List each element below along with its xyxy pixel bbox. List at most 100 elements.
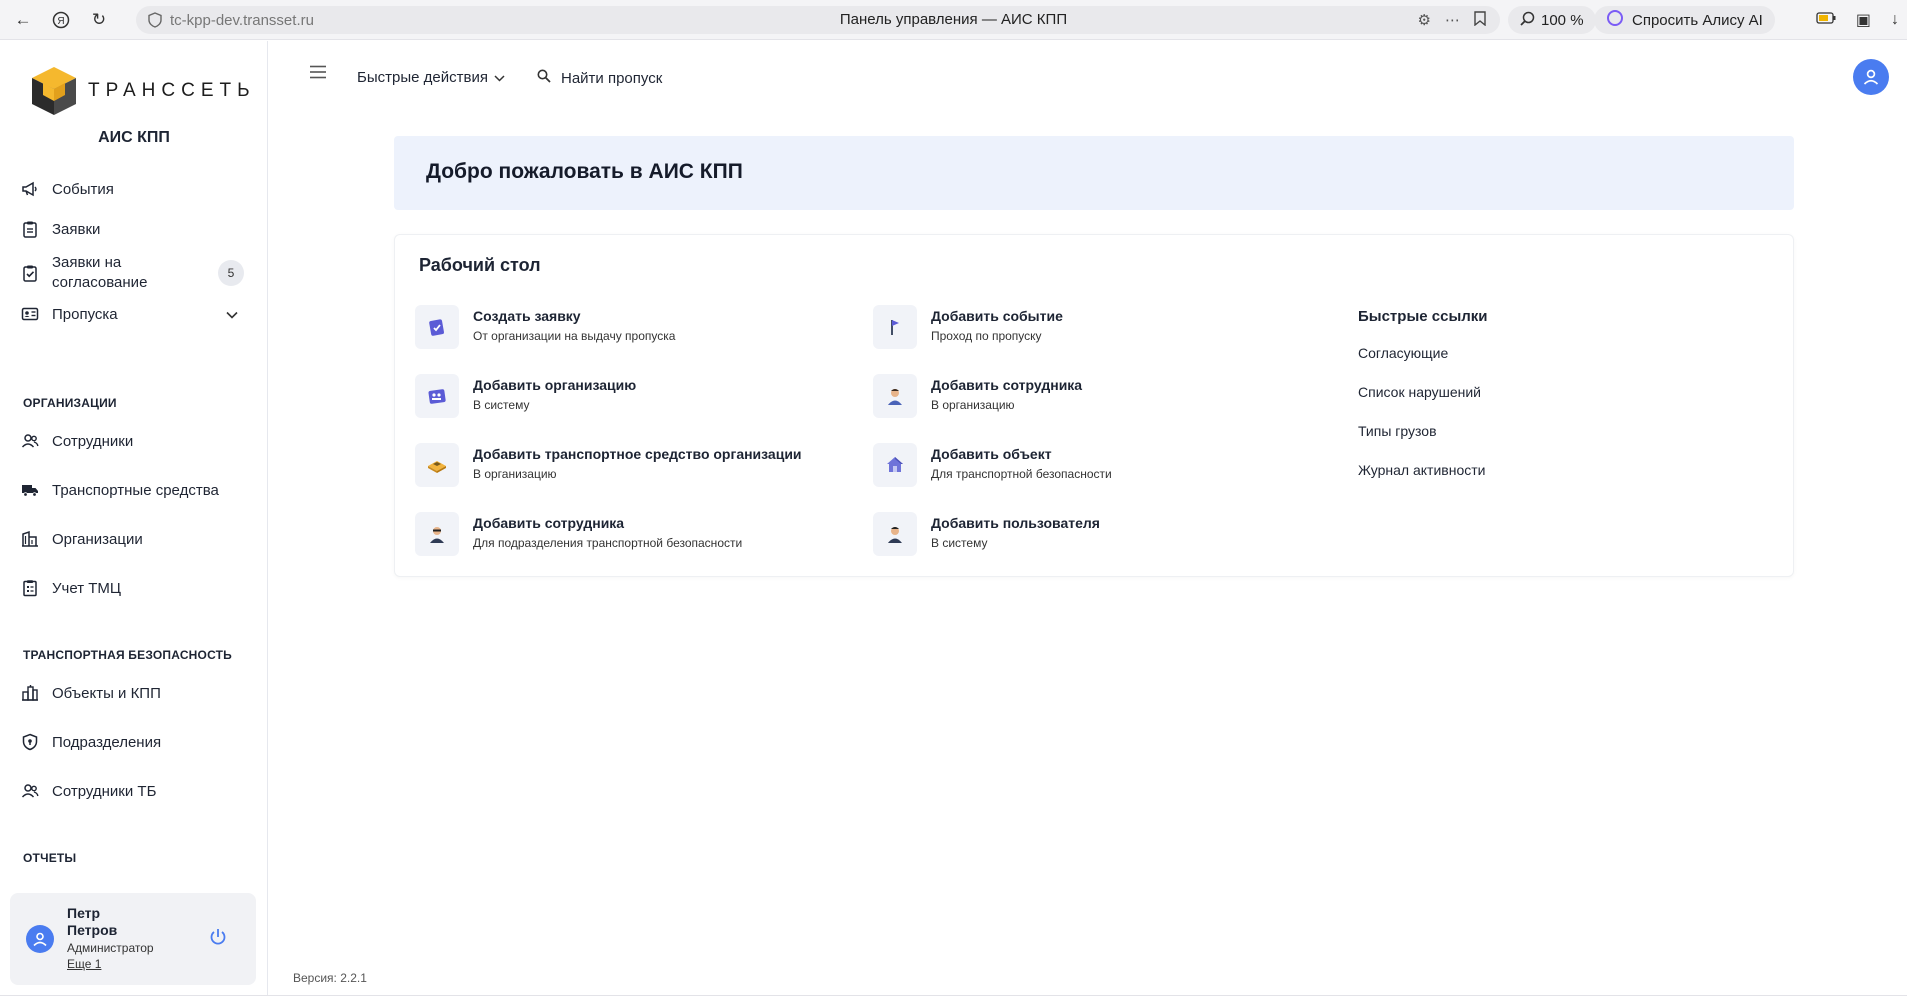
action-subtitle: От организации на выдачу пропуска: [473, 329, 676, 343]
add-event-action[interactable]: Добавить событие Проход по пропуску: [873, 305, 1063, 349]
collections-icon[interactable]: ▣: [1856, 10, 1871, 30]
bookmark-icon[interactable]: [1474, 10, 1486, 30]
sidebar-item-divisions[interactable]: Подразделения: [20, 732, 248, 752]
add-object-action[interactable]: Добавить объект Для транспортной безопас…: [873, 443, 1112, 487]
action-subtitle: В организацию: [473, 467, 557, 481]
action-subtitle: Проход по пропуску: [931, 329, 1042, 343]
logo-cube-icon: [32, 67, 76, 115]
user-more-roles-link[interactable]: Еще 1: [67, 957, 101, 971]
sidebar-item-approval-requests[interactable]: Заявки на согласование 5: [20, 253, 248, 293]
address-bar[interactable]: tc-kpp-dev.transset.ru ⚙ ⋯: [136, 6, 1500, 34]
approval-count-badge: 5: [218, 260, 244, 286]
sidebar-item-label: Пропуска: [52, 305, 118, 323]
sidebar-item-organizations[interactable]: Организации: [20, 529, 248, 549]
alice-button[interactable]: Спросить Алису AI: [1594, 6, 1775, 34]
add-user-action[interactable]: Добавить пользователя В систему: [873, 512, 1100, 556]
browser-toolbar: ← Я ↻ tc-kpp-dev.transset.ru ⚙ ⋯ Панель …: [0, 0, 1907, 40]
action-subtitle: Для транспортной безопасности: [931, 467, 1112, 481]
sidebar-item-requests[interactable]: Заявки: [20, 219, 248, 239]
action-subtitle: В организацию: [931, 398, 1015, 412]
alice-icon: [1606, 9, 1624, 31]
sidebar-item-label: Организации: [52, 530, 143, 548]
sidebar-item-passes[interactable]: Пропуска: [20, 304, 248, 324]
add-employee-action[interactable]: Добавить сотрудника В организацию: [873, 374, 1082, 418]
action-title: Добавить сотрудника: [473, 515, 625, 531]
quick-link-violations[interactable]: Список нарушений: [1358, 384, 1481, 400]
hamburger-menu-icon[interactable]: [309, 65, 329, 85]
desktop-panel: Рабочий стол Создать заявку От организац…: [394, 234, 1794, 577]
profile-avatar[interactable]: [1853, 59, 1889, 95]
add-vehicle-action[interactable]: Добавить транспортное средство организац…: [415, 443, 802, 487]
megaphone-icon: [20, 179, 40, 199]
chevron-down-icon: [494, 69, 505, 86]
url-text: tc-kpp-dev.transset.ru: [170, 11, 314, 29]
city-icon: [20, 683, 40, 703]
welcome-title: Добро пожаловать в АИС КПП: [426, 160, 743, 183]
downloads-icon[interactable]: ↓: [1891, 11, 1899, 29]
desktop-title: Рабочий стол: [419, 255, 541, 275]
action-title: Создать заявку: [473, 308, 581, 324]
people-icon: [20, 781, 40, 801]
quick-link-approvers[interactable]: Согласующие: [1358, 345, 1448, 361]
svg-text:Я: Я: [57, 16, 64, 27]
sidebar-item-label: Заявки на согласование: [52, 254, 148, 291]
quick-link-activity-log[interactable]: Журнал активности: [1358, 462, 1485, 478]
back-icon[interactable]: ←: [8, 5, 38, 35]
sidebar-item-label: Сотрудники: [52, 432, 134, 450]
sidebar-item-security-employees[interactable]: Сотрудники ТБ: [20, 781, 248, 801]
action-title: Добавить объект: [931, 446, 1052, 462]
power-icon[interactable]: [208, 927, 228, 952]
zoom-level: 100 %: [1541, 11, 1584, 29]
action-subtitle: Для подразделения транспортной безопасно…: [473, 536, 743, 550]
zoom-button[interactable]: 100 %: [1508, 6, 1596, 34]
inventory-icon: [20, 578, 40, 598]
translate-icon[interactable]: ⚙: [1418, 11, 1431, 29]
action-title: Добавить сотрудника: [931, 377, 1083, 393]
zoom-icon: [1520, 11, 1535, 30]
user-last-name: Петров: [67, 922, 118, 938]
site-info-icon[interactable]: [144, 12, 166, 28]
app-name: АИС КПП: [98, 129, 170, 146]
quick-link-cargo-types[interactable]: Типы грузов: [1358, 423, 1437, 439]
quick-actions-label: Быстрые действия: [357, 69, 488, 86]
building-icon: [20, 529, 40, 549]
main-content: Быстрые действия Найти пропуск Добро пож…: [269, 41, 1907, 996]
reload-icon[interactable]: ↻: [84, 5, 114, 35]
user-icon: [1863, 69, 1879, 85]
logo[interactable]: ТРАНССЕТЬ: [26, 63, 256, 119]
action-title: Добавить событие: [931, 308, 1063, 324]
action-subtitle: В систему: [473, 398, 530, 412]
user-role: Администратор: [67, 941, 154, 955]
section-title-organizations: ОРГАНИЗАЦИИ: [23, 396, 117, 410]
employee-icon: [873, 374, 917, 418]
yandex-icon[interactable]: Я: [46, 5, 76, 35]
sidebar-item-label: Учет ТМЦ: [52, 579, 121, 597]
add-organization-action[interactable]: Добавить организацию В систему: [415, 374, 636, 418]
house-icon: [873, 443, 917, 487]
sidebar-item-label: Сотрудники ТБ: [52, 782, 157, 800]
sidebar-item-label: События: [52, 180, 114, 198]
more-icon[interactable]: ⋯: [1445, 11, 1460, 29]
sidebar-item-objects[interactable]: Объекты и КПП: [20, 683, 248, 703]
clipboard-icon: [20, 219, 40, 239]
sidebar-item-inventory[interactable]: Учет ТМЦ: [20, 578, 248, 598]
action-title: Добавить организацию: [473, 377, 637, 393]
section-title-reports: ОТЧЕТЫ: [23, 851, 77, 865]
add-security-employee-action[interactable]: Добавить сотрудника Для подразделения тр…: [415, 512, 742, 556]
quick-links-title: Быстрые ссылки: [1358, 308, 1488, 325]
quick-actions-dropdown[interactable]: Быстрые действия: [357, 69, 505, 86]
chevron-down-icon[interactable]: [226, 306, 238, 323]
battery-icon[interactable]: [1816, 11, 1836, 29]
create-request-action[interactable]: Создать заявку От организации на выдачу …: [415, 305, 675, 349]
logo-text: ТРАНССЕТЬ: [88, 80, 256, 101]
shield-icon: [20, 732, 40, 752]
sidebar-item-employees[interactable]: Сотрудники: [20, 431, 248, 451]
sidebar-item-vehicles[interactable]: Транспортные средства: [20, 480, 248, 500]
app-root: ТРАНССЕТЬ АИС КПП События Заявки Заявки …: [0, 41, 1907, 996]
sidebar: ТРАНССЕТЬ АИС КПП События Заявки Заявки …: [0, 41, 268, 996]
sidebar-item-events[interactable]: События: [20, 179, 248, 199]
organization-icon: [415, 374, 459, 418]
user-avatar[interactable]: [26, 925, 54, 953]
request-icon: [415, 305, 459, 349]
find-pass-button[interactable]: Найти пропуск: [537, 69, 662, 87]
